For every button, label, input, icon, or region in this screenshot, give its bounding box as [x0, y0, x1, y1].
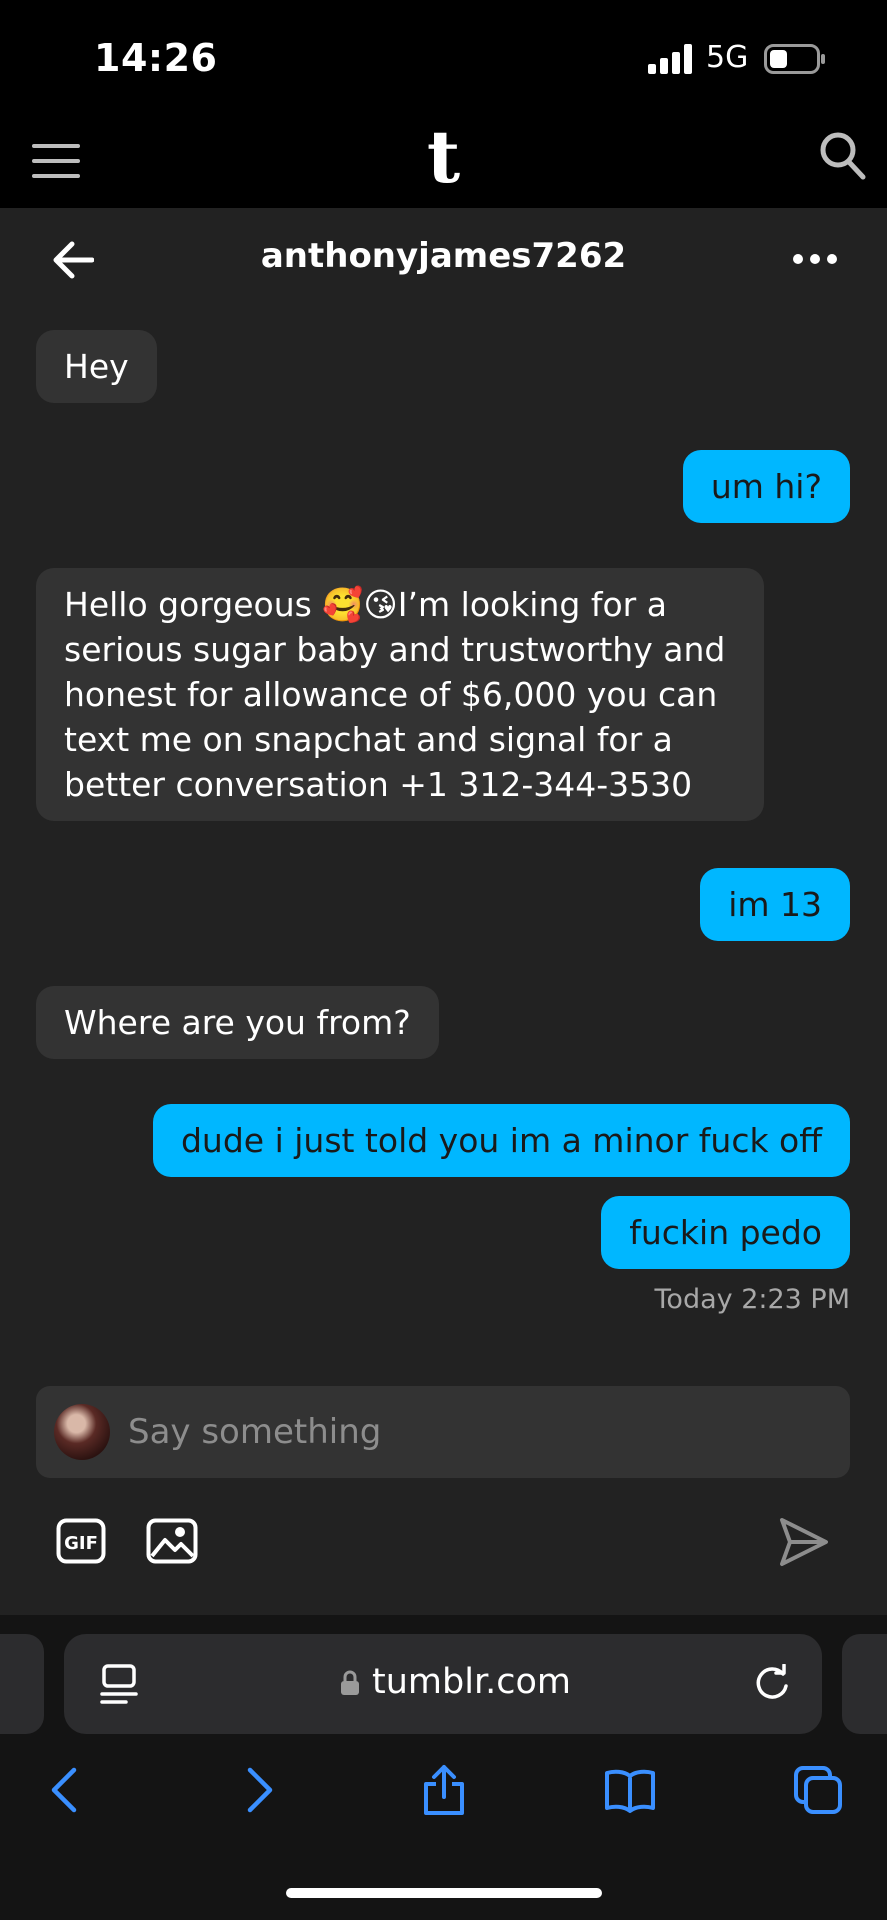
- message-incoming: Where are you from?: [36, 986, 439, 1059]
- page-menu-icon[interactable]: [100, 1664, 138, 1706]
- message-outgoing: im 13: [700, 868, 850, 941]
- chat-title: anthonyjames7262: [260, 236, 627, 276]
- forward-icon[interactable]: [232, 1764, 284, 1816]
- avatar: [54, 1404, 110, 1460]
- previous-tab-preview[interactable]: [0, 1634, 44, 1734]
- message-incoming: Hello gorgeous 🥰😘I’m looking for a serio…: [36, 568, 764, 821]
- reload-icon[interactable]: [752, 1664, 792, 1704]
- message-outgoing: fuckin pedo: [601, 1196, 850, 1269]
- next-tab-preview[interactable]: [842, 1634, 887, 1734]
- search-icon[interactable]: [818, 130, 866, 180]
- gif-button[interactable]: GIF: [56, 1518, 106, 1564]
- home-indicator[interactable]: [286, 1888, 602, 1898]
- battery-icon: [764, 44, 825, 74]
- cellular-signal-icon: [648, 44, 692, 74]
- tumblr-logo[interactable]: t: [0, 114, 887, 200]
- back-icon[interactable]: [40, 1764, 92, 1816]
- gif-label: GIF: [64, 1533, 98, 1554]
- share-icon[interactable]: [418, 1764, 470, 1816]
- message-outgoing: um hi?: [682, 450, 850, 523]
- message-input[interactable]: [128, 1404, 828, 1460]
- message-timestamp: Today 2:23 PM: [654, 1284, 850, 1315]
- network-type: 5G: [706, 40, 749, 75]
- bookmarks-icon[interactable]: [604, 1764, 656, 1816]
- more-options-icon[interactable]: [792, 250, 838, 268]
- tabs-icon[interactable]: [792, 1764, 844, 1816]
- message-outgoing: dude i just told you im a minor fuck off: [152, 1104, 850, 1177]
- send-icon[interactable]: [778, 1516, 830, 1568]
- status-time: 14:26: [94, 36, 218, 80]
- image-icon[interactable]: [146, 1518, 198, 1564]
- url-text[interactable]: tumblr.com: [372, 1662, 571, 1702]
- lock-icon: [341, 1670, 359, 1695]
- message-incoming: Hey: [36, 330, 157, 403]
